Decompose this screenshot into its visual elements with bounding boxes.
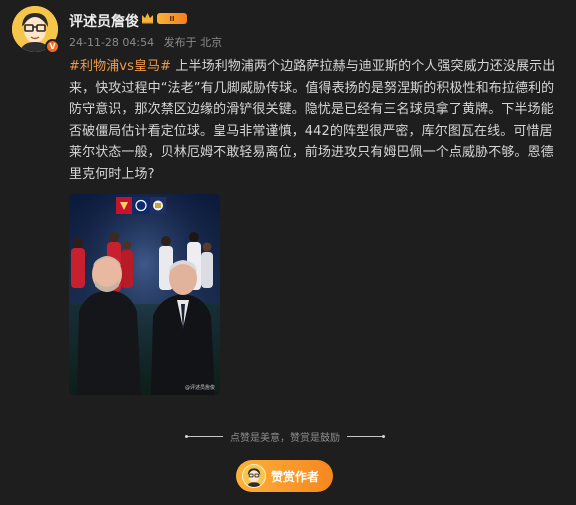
reward-author-button[interactable]: 赞赏作者	[236, 460, 333, 492]
post-header: V 评述员詹俊 II 24-11-28 04:54 发布于 北京	[12, 6, 564, 54]
post-content: #利物浦vs皇马# 上半场利物浦两个边路萨拉赫与迪亚斯的个人强突威力还没展示出来…	[69, 56, 563, 185]
topic-link[interactable]: #利物浦vs皇马#	[69, 59, 171, 74]
post-timestamp: 24-11-28 04:54	[69, 36, 155, 49]
crown-icon	[142, 13, 153, 24]
divider-dot-right	[382, 434, 385, 438]
button-avatar	[242, 464, 266, 488]
image-watermark: @评述员詹俊	[184, 385, 215, 391]
divider-line-right	[347, 435, 382, 437]
post-meta: 24-11-28 04:54 发布于 北京	[69, 34, 222, 50]
reward-divider-text: 点赞是美意，赞赏是鼓励	[230, 432, 340, 444]
post-body: 上半场利物浦两个边路萨拉赫与迪亚斯的个人强突威力还没展示出来，快攻过程中“法老”…	[69, 59, 556, 182]
level-badge-label: II	[169, 14, 175, 23]
reward-divider: 点赞是美意，赞赏是鼓励	[182, 428, 388, 444]
level-badge: II	[157, 13, 187, 24]
verified-badge: V	[45, 39, 60, 54]
author-name[interactable]: 评述员詹俊	[69, 11, 139, 31]
divider-line-left	[188, 435, 223, 437]
reward-button-label: 赞赏作者	[271, 469, 320, 484]
post-location: 发布于 北京	[163, 36, 223, 49]
post-image[interactable]: @评述员詹俊	[69, 194, 220, 395]
